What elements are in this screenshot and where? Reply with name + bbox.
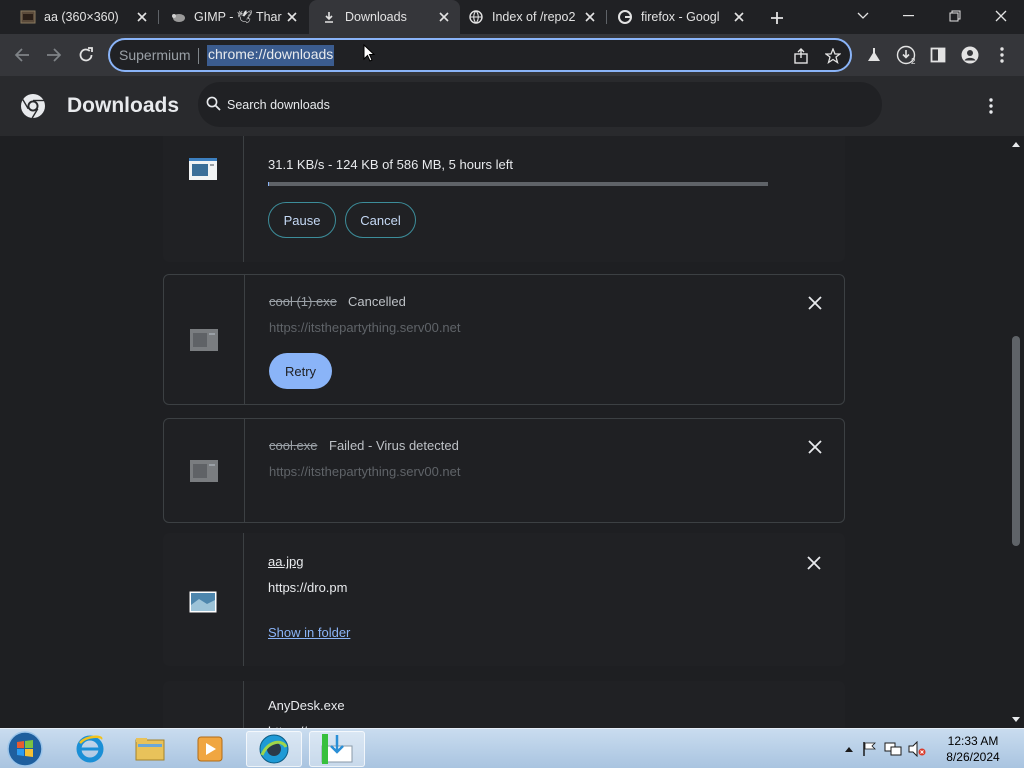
file-explorer-icon[interactable]: [122, 731, 178, 767]
download-item-completed: aa.jpg https://dro.pm Show in folder: [163, 533, 845, 666]
download-item-anydesk: AnyDesk.exe https://: [163, 681, 845, 728]
labs-flask-icon[interactable]: [862, 43, 886, 67]
side-panel-icon[interactable]: [926, 43, 950, 67]
tab-index-repo2[interactable]: Index of /repo2: [448, 0, 606, 34]
progress-description: 31.1 KB/s - 124 KB of 586 MB, 5 hours le…: [268, 157, 513, 172]
tab-title: GIMP - 🕊 Thar: [194, 9, 282, 24]
volume-muted-icon[interactable]: [908, 741, 926, 757]
clock-time: 12:33 AM: [947, 734, 999, 748]
file-name: AnyDesk.exe: [268, 698, 345, 713]
tab-title: firefox - Googl: [641, 10, 720, 24]
source-url[interactable]: https://itsthepartything.serv00.net: [269, 320, 461, 335]
file-type-icon: [190, 329, 218, 351]
file-type-icon: [189, 158, 217, 180]
divider: [243, 681, 244, 728]
tab-google-firefox[interactable]: firefox - Googl: [597, 0, 755, 34]
reload-button[interactable]: [74, 43, 98, 67]
show-hidden-icons-chevron-icon[interactable]: [844, 745, 854, 753]
divider: [244, 275, 245, 404]
file-name: cool (1).exe: [269, 294, 337, 309]
search-placeholder: Search downloads: [227, 98, 330, 112]
downloads-list: 31.1 KB/s - 124 KB of 586 MB, 5 hours le…: [0, 136, 1008, 728]
divider: [244, 419, 245, 522]
address-bar[interactable]: Supermium chrome://downloads: [108, 38, 852, 72]
bookmark-star-icon[interactable]: [824, 47, 842, 65]
downloads-header: Downloads Search downloads: [0, 76, 1024, 136]
remove-close-icon[interactable]: [804, 553, 824, 573]
share-icon[interactable]: [792, 47, 810, 65]
divider: [243, 533, 244, 666]
supermium-browser-taskbar-icon[interactable]: [246, 731, 302, 767]
tab-gimp[interactable]: GIMP - 🕊 Thar: [150, 0, 308, 34]
source-url[interactable]: https://itsthepartything.serv00.net: [269, 464, 461, 479]
tab-strip: aa (360×360) GIMP - 🕊 Thar Downloads Ind…: [0, 0, 1024, 34]
scroll-up-arrow-icon[interactable]: [1012, 140, 1020, 148]
omnibox-divider: [198, 48, 199, 64]
tab-title: aa (360×360): [44, 10, 119, 24]
chrome-logo-icon: [21, 94, 45, 119]
url-text[interactable]: chrome://downloads: [207, 45, 335, 66]
image-file-icon: [189, 591, 217, 613]
download-item-in-progress: 31.1 KB/s - 124 KB of 586 MB, 5 hours le…: [163, 136, 845, 262]
download-manager-taskbar-icon[interactable]: [309, 731, 365, 767]
media-player-icon[interactable]: [182, 731, 238, 767]
close-icon[interactable]: [282, 7, 302, 27]
file-name-link[interactable]: aa.jpg: [268, 554, 303, 569]
image-thumbnail-icon: [20, 9, 36, 25]
new-tab-button[interactable]: [766, 7, 788, 29]
system-clock[interactable]: 12:33 AM 8/26/2024: [936, 733, 1010, 765]
start-button-icon[interactable]: [4, 730, 46, 768]
download-item-cancelled: cool (1).exe Cancelled https://itsthepar…: [163, 274, 845, 405]
site-chip: Supermium: [119, 47, 191, 63]
remove-close-icon[interactable]: [805, 437, 825, 457]
scrollbar-thumb[interactable]: [1012, 336, 1020, 546]
system-tray: [844, 729, 926, 768]
clock-date: 8/26/2024: [946, 750, 1000, 764]
menu-kebab-icon[interactable]: [990, 43, 1014, 67]
tab-aa-image[interactable]: aa (360×360): [0, 0, 158, 34]
google-icon: [617, 9, 633, 25]
pause-button[interactable]: Pause: [268, 202, 336, 238]
retry-button[interactable]: Retry: [269, 353, 332, 389]
close-window-button[interactable]: [978, 0, 1024, 32]
vertical-scrollbar[interactable]: [1008, 136, 1024, 728]
tab-downloads[interactable]: Downloads: [309, 0, 460, 34]
source-url[interactable]: https://dro.pm: [268, 580, 347, 595]
search-downloads-field[interactable]: Search downloads: [198, 82, 882, 127]
close-icon[interactable]: [132, 7, 152, 27]
search-icon: [206, 96, 221, 111]
tab-search-chevron-icon[interactable]: [840, 0, 886, 32]
file-type-icon: [190, 460, 218, 482]
tab-title: Index of /repo2: [492, 10, 576, 24]
windows-taskbar: 12:33 AM 8/26/2024: [0, 728, 1024, 768]
download-status: Failed - Virus detected: [329, 438, 459, 453]
network-icon[interactable]: [884, 741, 902, 757]
forward-button[interactable]: [42, 43, 66, 67]
browser-toolbar: Supermium chrome://downloads: [0, 34, 1024, 76]
file-name: cool.exe: [269, 438, 318, 453]
globe-icon: [468, 9, 484, 25]
action-center-flag-icon[interactable]: [862, 741, 878, 757]
divider: [243, 136, 244, 262]
downloads-count-badge: 2: [911, 57, 916, 66]
cancel-button[interactable]: Cancel: [345, 202, 416, 238]
profile-avatar-icon[interactable]: [958, 43, 982, 67]
show-in-folder-link[interactable]: Show in folder: [268, 625, 350, 640]
gimp-icon: [170, 9, 186, 25]
minimize-button[interactable]: [886, 0, 932, 32]
tab-title: Downloads: [345, 10, 407, 24]
progress-bar: [268, 182, 768, 186]
page-title: Downloads: [67, 94, 180, 117]
more-actions-icon[interactable]: [983, 94, 999, 118]
mouse-cursor-icon: [363, 44, 375, 62]
internet-explorer-icon[interactable]: [62, 731, 118, 767]
close-icon[interactable]: [729, 7, 749, 27]
remove-close-icon[interactable]: [805, 293, 825, 313]
restore-button[interactable]: [932, 0, 978, 32]
scroll-down-arrow-icon[interactable]: [1012, 716, 1020, 724]
download-icon: [321, 9, 337, 25]
back-button[interactable]: [10, 43, 34, 67]
download-item-failed: cool.exe Failed - Virus detected https:/…: [163, 418, 845, 523]
download-status: Cancelled: [348, 294, 406, 309]
